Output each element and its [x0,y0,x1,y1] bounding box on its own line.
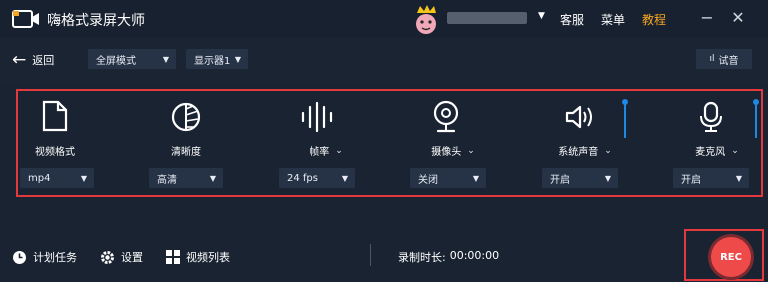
tutorial-link[interactable]: 教程 [642,11,666,28]
settings-label: 设置 [121,251,143,264]
camera-select[interactable]: 关闭 ▼ [410,168,486,188]
microphone-icon [700,101,722,132]
waveform-icon [301,101,333,133]
chevron-down-icon: ⌄ [467,145,475,156]
speaker-icon [565,105,592,129]
file-icon [42,100,68,132]
quality-select[interactable]: 高清 ▼ [149,168,223,188]
close-button[interactable]: ✕ [728,8,748,28]
test-audio-button[interactable]: ıl 试音 [696,49,752,69]
mode-select[interactable]: 全屏模式 ▼ [88,49,176,69]
chevron-down-icon: ▼ [162,54,169,64]
minimize-button[interactable]: − [697,8,717,28]
system-audio-label-text: 系统声音 [558,147,599,158]
settings-button[interactable]: 设置 [100,249,143,265]
camera-logo-icon [12,10,39,28]
quality-label-text: 清晰度 [171,147,201,158]
chevron-down-icon: ⌄ [604,145,612,156]
system-audio-volume-slider[interactable] [624,102,626,138]
quality-value: 高清 [157,174,177,186]
chevron-down-icon: ▼ [604,173,611,183]
chevron-down-icon: ▼ [80,173,87,183]
rec-button[interactable]: REC [711,237,751,277]
avatar[interactable] [410,3,442,35]
chevron-down-icon: ▼ [234,54,241,64]
chevron-down-icon: ▼ [735,173,742,183]
username-masked [447,12,527,24]
fps-value: 24 fps [287,172,318,184]
back-button[interactable]: ← 返回 [12,50,54,70]
back-label: 返回 [32,54,55,67]
app-title: 嗨格式录屏大师 [47,13,145,29]
bars-icon: ıl [709,54,715,64]
camera-label[interactable]: 摄像头 ⌄ [431,143,475,159]
display-select[interactable]: 显示器1 ▼ [186,49,248,69]
mode-value: 全屏模式 [96,55,136,67]
display-value: 显示器1 [194,55,231,67]
settings-panel [16,89,763,197]
mic-label[interactable]: 麦克风 ⌄ [695,143,739,159]
clock-icon [13,250,26,264]
mic-select[interactable]: 开启 ▼ [673,168,749,188]
system-audio-volume-handle[interactable] [622,99,628,105]
camera-value: 关闭 [418,174,438,186]
divider [370,244,371,266]
chevron-down-icon: ⌄ [731,145,739,156]
format-label-text: 视频格式 [35,147,75,158]
schedule-button[interactable]: 计划任务 [12,249,77,265]
user-menu-caret-icon[interactable]: ▼ [538,11,545,21]
recording-duration-value: 00:00:00 [449,249,500,262]
video-list-label: 视频列表 [186,251,230,264]
fps-label[interactable]: 帧率 ⌄ [309,143,343,159]
system-audio-label[interactable]: 系统声音 ⌄ [558,143,612,159]
format-label: 视频格式 [35,143,75,158]
system-audio-select[interactable]: 开启 ▼ [542,168,618,188]
quality-label: 清晰度 [171,143,201,158]
mic-volume-handle[interactable] [753,99,759,105]
menu-link[interactable]: 菜单 [601,11,625,28]
format-value: mp4 [28,172,51,184]
fps-select[interactable]: 24 fps ▼ [279,168,355,188]
recording-duration-label: 录制时长: [398,251,446,264]
mic-volume-slider[interactable] [755,102,757,138]
service-link[interactable]: 客服 [560,11,584,28]
chevron-down-icon: ▼ [209,173,216,183]
camera-label-text: 摄像头 [431,147,462,158]
system-audio-value: 开启 [550,174,570,186]
mic-value: 开启 [681,174,701,186]
back-arrow-icon: ← [12,49,27,70]
fps-label-text: 帧率 [309,147,330,158]
schedule-label: 计划任务 [33,251,77,264]
gear-icon [101,250,114,264]
chevron-down-icon: ⌄ [335,145,343,156]
clarity-icon [171,102,201,132]
format-select[interactable]: mp4 ▼ [20,168,94,188]
webcam-icon [433,100,459,133]
mic-label-text: 麦克风 [695,147,726,158]
chevron-down-icon: ▼ [472,173,479,183]
recording-duration: 录制时长: 00:00:00 [398,249,499,265]
chevron-down-icon: ▼ [341,173,348,183]
video-list-button[interactable]: 视频列表 [166,249,230,265]
test-audio-label: 试音 [718,55,739,67]
grid-icon [166,250,180,264]
